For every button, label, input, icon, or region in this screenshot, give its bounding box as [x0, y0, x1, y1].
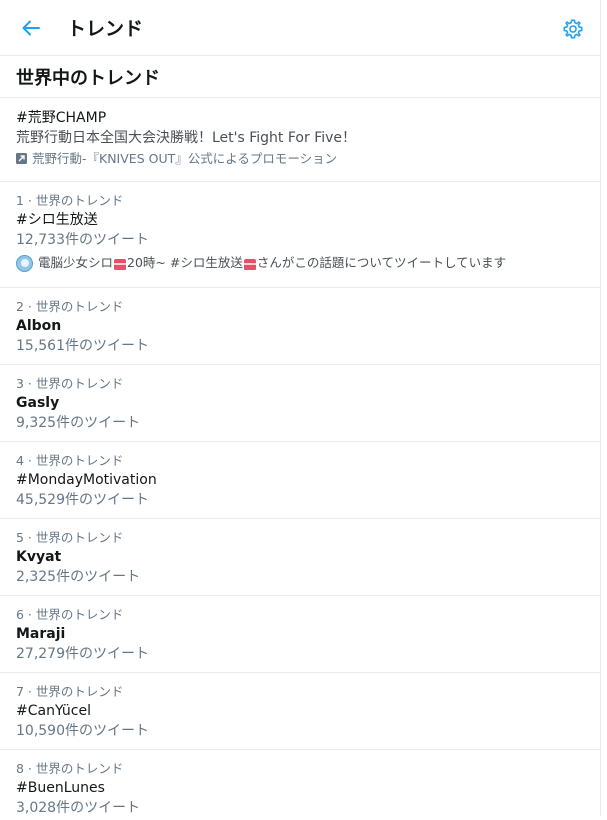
avatar — [16, 254, 33, 272]
trend-count: 45,529件のツイート — [16, 492, 149, 508]
trend-name: #CanYücel — [16, 703, 91, 719]
section-title: 世界中のトレンド — [0, 56, 600, 98]
trend-item-5[interactable]: 5 · 世界のトレンド Kvyat 2,325件のツイート — [0, 519, 600, 596]
trend-item-6[interactable]: 6 · 世界のトレンド Maraji 27,279件のツイート — [0, 596, 600, 673]
trend-meta: 3 · 世界のトレンド — [16, 376, 124, 391]
trend-count: 2,325件のツイート — [16, 569, 141, 585]
trend-meta: 5 · 世界のトレンド — [16, 530, 124, 545]
trend-meta: 1 · 世界のトレンド — [16, 193, 124, 208]
birthday-cake-icon — [243, 258, 256, 270]
back-button[interactable] — [17, 14, 45, 42]
trend-count: 15,561件のツイート — [16, 338, 149, 354]
back-arrow-icon — [22, 20, 40, 35]
promoted-by-row: 荒野行動-『KNIVES OUT』公式によるプロモーション — [16, 148, 584, 169]
birthday-cake-icon — [114, 258, 127, 270]
trend-name: Maraji — [16, 626, 66, 642]
context-text: さんがこの話題についてツイートしています — [256, 255, 507, 270]
trend-count: 3,028件のツイート — [16, 800, 141, 816]
trend-name: Gasly — [16, 395, 60, 411]
context-username-suffix: 20時~ #シロ生放送 — [127, 255, 243, 270]
trend-count: 27,279件のツイート — [16, 646, 149, 662]
settings-button[interactable] — [562, 18, 584, 40]
trend-meta: 6 · 世界のトレンド — [16, 607, 124, 622]
trend-meta: 7 · 世界のトレンド — [16, 684, 124, 699]
trend-name: #MondayMotivation — [16, 472, 157, 488]
context-user: 電脳少女シロ — [38, 255, 114, 270]
trends-panel: トレンド 世界中のトレンド #荒野CHAMP 荒野行動日本全国大会決勝戦！Let… — [0, 0, 601, 816]
promoted-by-text: 荒野行動-『KNIVES OUT』公式によるプロモーション — [32, 151, 338, 166]
promoted-description: 荒野行動日本全国大会決勝戦！Let's Fight For Five！ — [16, 130, 357, 146]
trend-count: 12,733件のツイート — [16, 232, 149, 248]
trend-count: 10,590件のツイート — [16, 723, 149, 739]
trend-item-7[interactable]: 7 · 世界のトレンド #CanYücel 10,590件のツイート — [0, 673, 600, 750]
trend-meta: 4 · 世界のトレンド — [16, 453, 124, 468]
trend-meta: 8 · 世界のトレンド — [16, 761, 124, 776]
trend-name: #BuenLunes — [16, 780, 105, 796]
header: トレンド — [0, 0, 600, 56]
promoted-icon — [16, 153, 27, 164]
trend-item-2[interactable]: 2 · 世界のトレンド Albon 15,561件のツイート — [0, 288, 600, 365]
trend-item-3[interactable]: 3 · 世界のトレンド Gasly 9,325件のツイート — [0, 365, 600, 442]
trend-meta: 2 · 世界のトレンド — [16, 299, 124, 314]
trend-count: 9,325件のツイート — [16, 415, 141, 431]
trend-item-4[interactable]: 4 · 世界のトレンド #MondayMotivation 45,529件のツイ… — [0, 442, 600, 519]
page-title: トレンド — [67, 18, 144, 40]
trend-name: Albon — [16, 318, 62, 334]
gear-icon — [563, 19, 583, 39]
trend-name: #シロ生放送 — [16, 212, 98, 228]
trend-context: 電脳少女シロ 20時~ #シロ生放送 さんがこの話題についてツイートしています — [16, 251, 584, 275]
trend-name: Kvyat — [16, 549, 62, 565]
trend-item-1[interactable]: 1 · 世界のトレンド #シロ生放送 12,733件のツイート 電脳少女シロ 2… — [0, 182, 600, 288]
promoted-trend[interactable]: #荒野CHAMP 荒野行動日本全国大会決勝戦！Let's Fight For F… — [0, 98, 600, 182]
promoted-tag: #荒野CHAMP — [16, 110, 107, 126]
trend-item-8[interactable]: 8 · 世界のトレンド #BuenLunes 3,028件のツイート — [0, 750, 600, 820]
